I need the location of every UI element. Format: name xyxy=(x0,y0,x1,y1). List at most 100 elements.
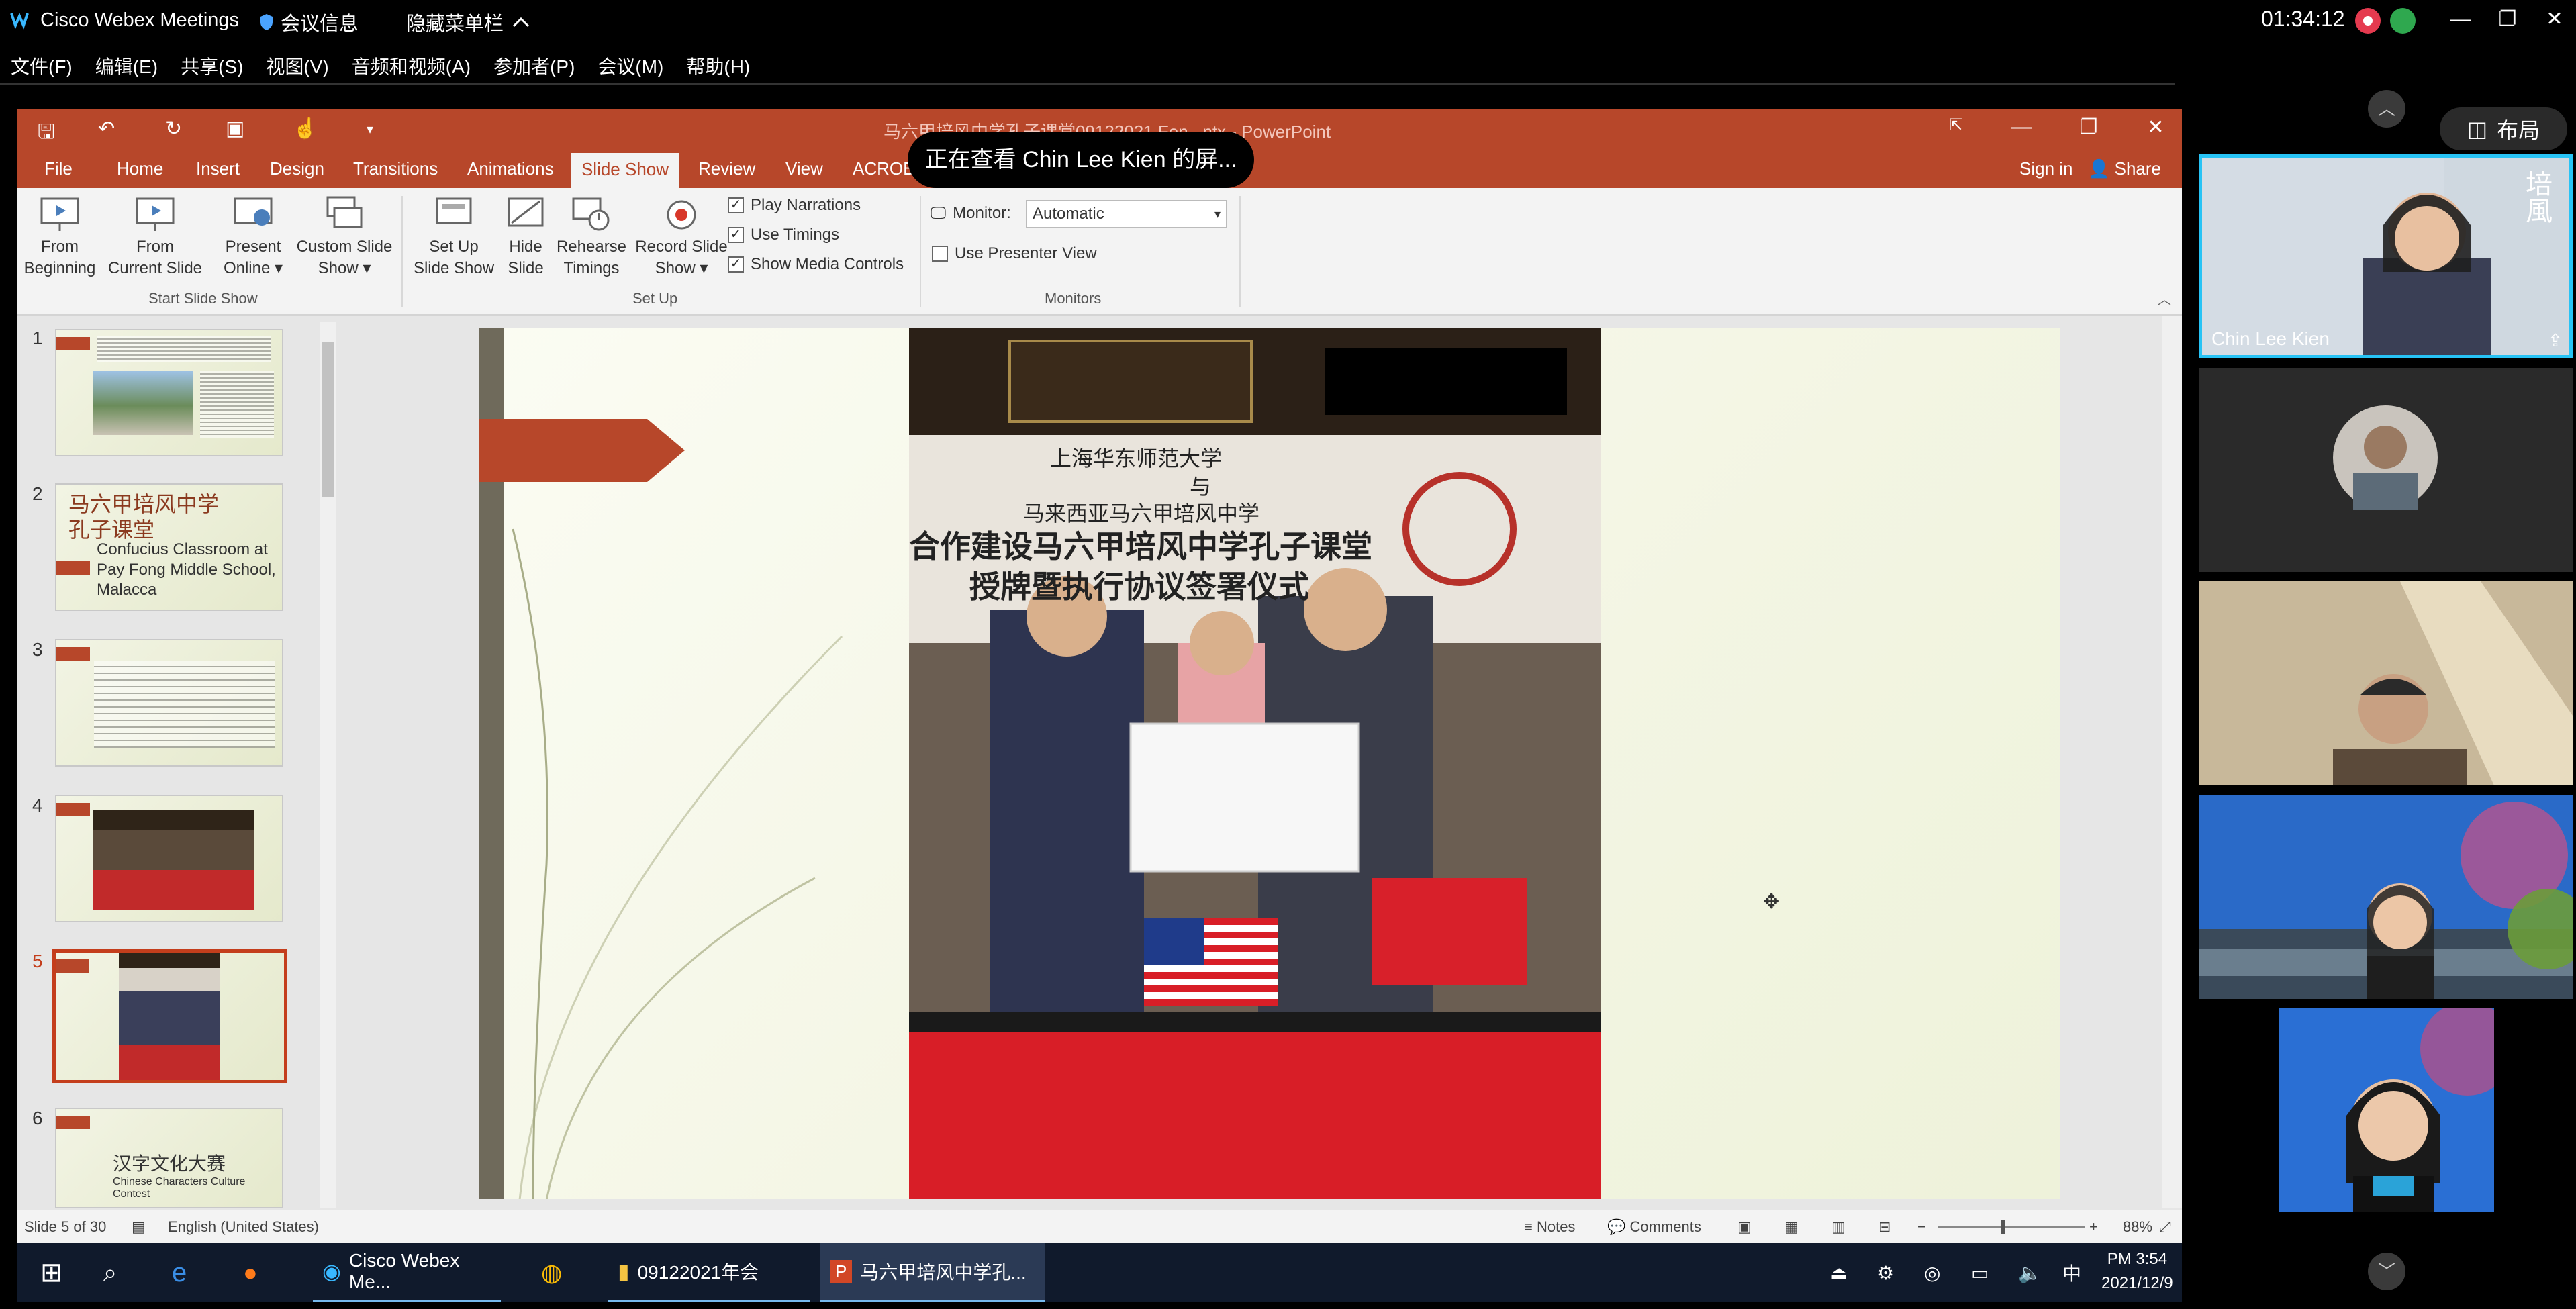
hide-menu-bar-button[interactable]: 隐藏菜单栏 xyxy=(406,8,530,36)
zoom-slider-handle[interactable] xyxy=(2001,1220,2005,1234)
slide-scrollbar[interactable] xyxy=(2162,316,2182,1208)
recording-icon[interactable] xyxy=(2355,8,2381,34)
taskbar-webex[interactable]: ◉ Cisco Webex Me... xyxy=(313,1243,501,1302)
volume-icon[interactable]: 🔈 xyxy=(2018,1243,2042,1302)
chrome-icon[interactable]: ◍ xyxy=(541,1243,562,1302)
menu-share[interactable]: 共享(S) xyxy=(181,51,243,83)
show-media-controls-checkbox[interactable]: ✓ Show Media Controls xyxy=(728,255,904,274)
pp-share-button[interactable]: 👤 Share xyxy=(2088,158,2161,179)
slide-thumbnail-5[interactable] xyxy=(52,949,287,1083)
scroll-up-button[interactable]: ︿ xyxy=(2368,90,2405,128)
video-tile-2[interactable] xyxy=(2199,368,2573,572)
tab-acrobat[interactable]: ACROB xyxy=(853,158,914,179)
tab-animations[interactable]: Animations xyxy=(467,158,554,179)
tab-review[interactable]: Review xyxy=(698,158,755,179)
monitor-dropdown[interactable]: Automatic ▾ xyxy=(1026,200,1227,228)
menu-view[interactable]: 视图(V) xyxy=(266,51,328,83)
tab-file[interactable]: File xyxy=(44,158,73,179)
zoom-in-icon[interactable]: + xyxy=(2089,1218,2098,1236)
touch-mode-icon[interactable]: ☝ xyxy=(293,117,318,140)
tray-record-icon[interactable]: ◎ xyxy=(1924,1243,1940,1302)
minimize-button[interactable]: — xyxy=(2444,5,2477,34)
tab-design[interactable]: Design xyxy=(270,158,324,179)
thumbnail-scrollbar[interactable] xyxy=(320,322,336,1208)
network-icon[interactable]: ▭ xyxy=(1971,1243,1989,1302)
pp-close-button[interactable]: ✕ xyxy=(2139,115,2173,139)
notes-button[interactable]: ≡ Notes xyxy=(1524,1218,1575,1236)
fit-slide-icon[interactable]: ⤢ xyxy=(2159,1218,2171,1236)
spellcheck-icon[interactable]: ▤ xyxy=(132,1218,146,1236)
video-tile-4[interactable] xyxy=(2199,795,2573,999)
rehearse-timings-button[interactable]: Rehearse Timings xyxy=(555,195,628,279)
hide-slide-button[interactable]: Hide Slide xyxy=(502,195,549,279)
taskbar-powerpoint[interactable]: P 马六甲培风中学孔... xyxy=(820,1243,1045,1302)
from-beginning-button[interactable]: From Beginning xyxy=(23,195,97,279)
undo-icon[interactable]: ↶ xyxy=(98,117,115,140)
tab-transitions[interactable]: Transitions xyxy=(353,158,438,179)
menu-file[interactable]: 文件(F) xyxy=(11,51,73,83)
pp-minimize-button[interactable]: — xyxy=(2005,115,2038,138)
taskbar-clock[interactable]: PM 3:54 2021/12/9 xyxy=(2101,1247,2173,1296)
network-stats-icon[interactable] xyxy=(2390,8,2416,34)
video-tile-3[interactable] xyxy=(2199,581,2573,785)
firefox-icon[interactable]: ● xyxy=(243,1243,258,1302)
customize-qat-icon[interactable]: ▾ xyxy=(367,121,373,138)
current-slide[interactable]: 上海华东师范大学 与 马来西亚马六甲培风中学 合作建设马六甲培风中学孔子课堂 授… xyxy=(479,328,2060,1199)
zoom-out-icon[interactable]: − xyxy=(1917,1218,1926,1236)
reading-view-icon[interactable]: ▥ xyxy=(1831,1218,1846,1236)
close-button[interactable]: ✕ xyxy=(2538,5,2571,34)
menu-edit[interactable]: 编辑(E) xyxy=(95,51,158,83)
usb-icon[interactable]: ⏏ xyxy=(1830,1243,1848,1302)
slide-thumbnail-3[interactable] xyxy=(55,639,283,767)
video-tile-active-speaker[interactable]: 培風 Chin Lee Kien ⇪ xyxy=(2199,154,2573,358)
slide-thumbnail-6[interactable]: 汉字文化大赛 Chinese Characters Culture Contes… xyxy=(55,1108,283,1208)
language-status[interactable]: English (United States) xyxy=(168,1218,319,1236)
taskbar-folder[interactable]: ▮ 09122021年会 xyxy=(608,1243,810,1302)
play-narrations-checkbox[interactable]: ✓ Play Narrations xyxy=(728,196,861,215)
set-up-slide-show-button[interactable]: Set Up Slide Show xyxy=(407,195,501,279)
slide-sorter-icon[interactable]: ▦ xyxy=(1784,1218,1799,1236)
collapse-ribbon-icon[interactable]: ︿ xyxy=(2158,289,2171,308)
video-tile-5[interactable] xyxy=(2199,1008,2573,1212)
save-icon[interactable]: 🖫 xyxy=(38,117,55,151)
custom-slide-show-button[interactable]: Custom Slide Show ▾ xyxy=(294,195,395,279)
restore-button[interactable]: ❐ xyxy=(2491,5,2524,34)
normal-view-icon[interactable]: ▣ xyxy=(1737,1218,1752,1236)
from-current-slide-button[interactable]: From Current Slide xyxy=(105,195,205,279)
tab-view[interactable]: View xyxy=(785,158,823,179)
tray-app-icon[interactable]: ⚙ xyxy=(1877,1243,1894,1302)
comments-button[interactable]: 💬 Comments xyxy=(1607,1218,1701,1236)
slide-thumbnail-4[interactable] xyxy=(55,795,283,922)
tab-slide-show[interactable]: Slide Show xyxy=(571,153,679,188)
use-timings-checkbox[interactable]: ✓ Use Timings xyxy=(728,226,839,244)
pp-restore-button[interactable]: ❐ xyxy=(2072,115,2105,139)
ie-icon[interactable]: e xyxy=(172,1243,187,1302)
menu-participants[interactable]: 参加者(P) xyxy=(493,51,575,83)
windows-start-icon[interactable]: ⊞ xyxy=(40,1243,63,1302)
ribbon-display-icon[interactable]: ⇱ xyxy=(1939,115,1972,135)
share-screen-icon[interactable]: ⇪ xyxy=(2548,330,2563,351)
tab-insert[interactable]: Insert xyxy=(196,158,240,179)
scroll-down-button[interactable]: ﹀ xyxy=(2368,1253,2405,1290)
zoom-level[interactable]: 88% xyxy=(2123,1218,2152,1236)
meeting-info-button[interactable]: 会议信息 xyxy=(259,8,359,36)
scrollbar-thumb[interactable] xyxy=(322,342,334,497)
search-icon[interactable]: ⌕ xyxy=(103,1243,117,1302)
start-show-icon[interactable]: ▣ xyxy=(226,117,244,140)
slideshow-view-icon[interactable]: ⊟ xyxy=(1878,1218,1891,1236)
layout-button[interactable]: ◫ 布局 xyxy=(2440,107,2567,150)
slide-thumbnail-2[interactable]: 马六甲培风中学 孔子课堂 Confucius Classroom at Pay … xyxy=(55,483,283,611)
menu-audio-video[interactable]: 音频和视频(A) xyxy=(352,51,471,83)
menu-help[interactable]: 帮助(H) xyxy=(686,51,750,83)
menu-meeting[interactable]: 会议(M) xyxy=(598,51,663,83)
ime-indicator[interactable]: 中 xyxy=(2062,1243,2081,1302)
presenter-view-checkbox[interactable]: Use Presenter View xyxy=(932,244,1097,263)
present-online-button[interactable]: Present Online ▾ xyxy=(216,195,290,279)
slide-thumbnail-1[interactable] xyxy=(55,329,283,456)
record-slide-show-button[interactable]: Record Slide Show ▾ xyxy=(631,195,732,279)
redo-icon[interactable]: ↻ xyxy=(165,117,182,140)
tab-home[interactable]: Home xyxy=(117,158,163,179)
sign-in-link[interactable]: Sign in xyxy=(2019,158,2073,179)
zoom-slider[interactable] xyxy=(1938,1226,2085,1228)
ceremony-photo: 上海华东师范大学 与 马来西亚马六甲培风中学 合作建设马六甲培风中学孔子课堂 授… xyxy=(909,328,1601,1199)
